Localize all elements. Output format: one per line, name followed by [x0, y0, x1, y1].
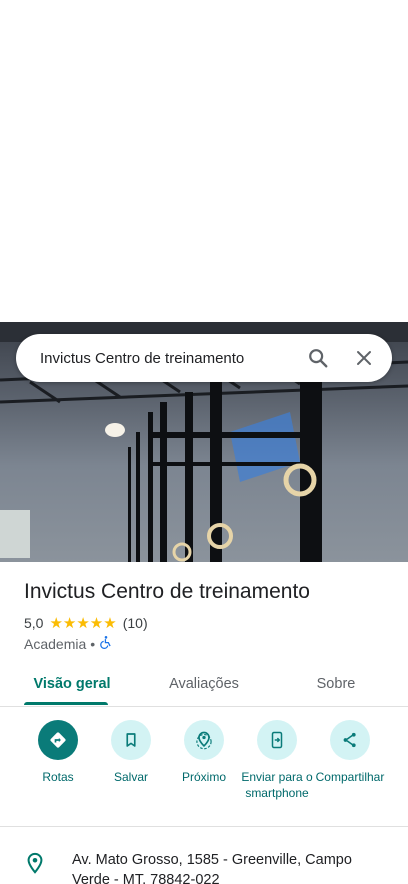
directions-button[interactable]: Rotas: [18, 718, 98, 785]
divider: [0, 826, 408, 827]
separator: •: [90, 635, 96, 652]
share-icon: [330, 720, 370, 760]
location-pin-icon: [24, 852, 46, 879]
star-rating-icon: ★★★★★: [49, 615, 117, 632]
address-row[interactable]: Av. Mato Grosso, 1585 - Greenville, Camp…: [0, 846, 408, 884]
action-row: Rotas Salvar Próximo Enviar para o smart…: [0, 718, 408, 824]
review-count[interactable]: (10): [123, 615, 148, 631]
send-to-phone-label: Enviar para o smartphone: [241, 770, 313, 800]
share-label: Compartilhar: [315, 770, 385, 784]
search-input[interactable]: Invictus Centro de treinamento: [40, 350, 298, 367]
tab-reviews[interactable]: Avaliações: [146, 664, 262, 706]
directions-icon: [38, 720, 78, 760]
bookmark-icon: [111, 720, 151, 760]
place-title: Invictus Centro de treinamento: [24, 580, 310, 603]
rating-value: 5,0: [24, 615, 44, 631]
directions-label: Rotas: [42, 770, 74, 784]
tab-about[interactable]: Sobre: [278, 664, 394, 706]
category-row: Academia •: [24, 635, 113, 652]
rating-row[interactable]: 5,0 ★★★★★ (10): [24, 614, 148, 632]
send-to-phone-icon: [257, 720, 297, 760]
search-bar[interactable]: Invictus Centro de treinamento: [16, 334, 392, 382]
wheelchair-accessible-icon: [99, 635, 113, 652]
nearby-icon: [184, 720, 224, 760]
active-tab-indicator: [24, 702, 108, 705]
tab-bar: Visão geral Avaliações Sobre: [0, 664, 408, 707]
nearby-label: Próximo: [181, 770, 226, 784]
close-icon[interactable]: [344, 338, 384, 378]
address-text: Av. Mato Grosso, 1585 - Greenville, Camp…: [72, 852, 352, 884]
map-area-blank: [0, 0, 408, 322]
share-button[interactable]: Compartilhar: [310, 718, 390, 785]
nearby-button[interactable]: Próximo: [164, 718, 244, 785]
tab-overview[interactable]: Visão geral: [14, 664, 130, 706]
place-category: Academia: [24, 635, 87, 652]
search-icon[interactable]: [298, 338, 338, 378]
save-button[interactable]: Salvar: [91, 718, 171, 785]
send-to-phone-button[interactable]: Enviar para o smartphone: [237, 718, 317, 801]
save-label: Salvar: [113, 770, 148, 784]
